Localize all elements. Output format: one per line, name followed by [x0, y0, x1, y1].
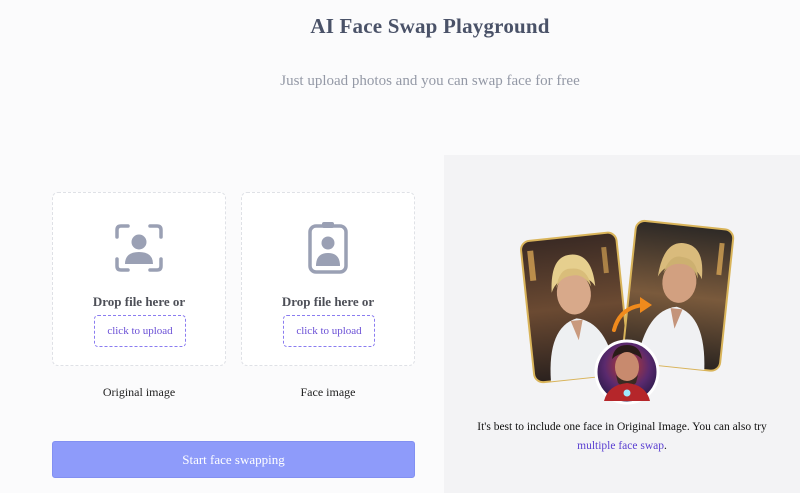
original-upload-button[interactable]: click to upload	[94, 315, 186, 347]
face-upload-button[interactable]: click to upload	[283, 315, 375, 347]
face-swap-example-illustration	[520, 219, 735, 405]
page-title: AI Face Swap Playground	[310, 14, 550, 38]
face-image-dropzone[interactable]: Drop file here or click to upload	[241, 192, 415, 366]
start-face-swap-button[interactable]: Start face swapping	[52, 441, 415, 478]
example-panel: It's best to include one face in Origina…	[444, 155, 800, 493]
face-scan-icon	[53, 223, 225, 273]
face-source-avatar	[594, 339, 660, 405]
original-drop-text: Drop file here or	[92, 294, 186, 309]
face-drop-text: Drop file here or	[281, 294, 375, 309]
multiple-face-swap-link[interactable]: multiple face swap	[577, 440, 664, 452]
tip-end: .	[663, 440, 667, 452]
example-tip: It's best to include one face in Origina…	[444, 418, 800, 456]
tip-text: It's best to include one face in Origina…	[477, 421, 767, 433]
page-subtitle: Just upload photos and you can swap face…	[280, 73, 580, 89]
original-image-dropzone[interactable]: Drop file here or click to upload	[52, 192, 226, 366]
original-image-caption: Original image	[102, 385, 176, 399]
face-image-caption: Face image	[300, 385, 356, 399]
portrait-card-icon	[242, 222, 414, 274]
